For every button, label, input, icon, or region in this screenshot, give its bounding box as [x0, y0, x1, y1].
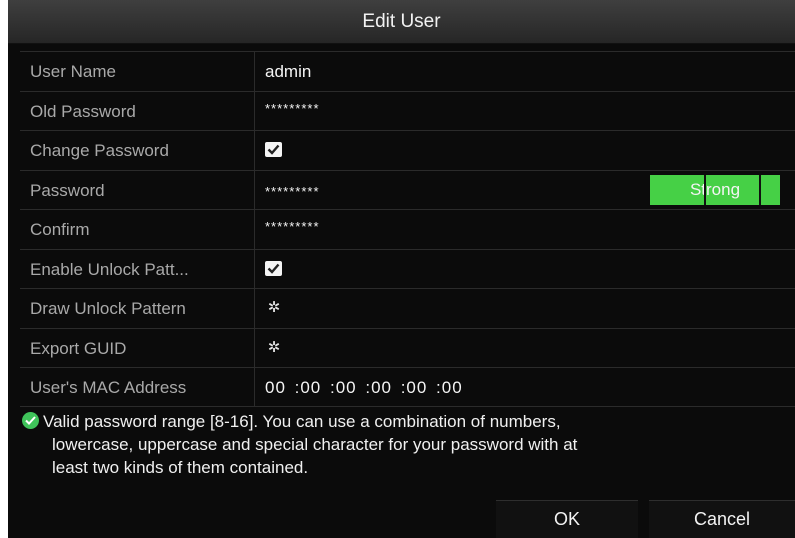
row-change-password: Change Password — [20, 130, 795, 170]
row-confirm: Confirm ********* — [20, 209, 795, 249]
row-enable-unlock-pattern: Enable Unlock Patt... — [20, 248, 795, 289]
mac-address-field[interactable]: 00 :00 :00 :00 :00 :00 — [255, 368, 795, 406]
old-password-field[interactable]: ********* — [255, 92, 795, 131]
enable-unlock-pattern-checkbox[interactable] — [265, 260, 282, 276]
ok-button[interactable]: OK — [496, 500, 638, 538]
confirm-password-field[interactable]: ********* — [255, 210, 795, 249]
old-password-label: Old Password — [20, 91, 255, 130]
draw-unlock-pattern-cell: ✲ — [255, 289, 795, 328]
change-password-checkbox[interactable] — [265, 142, 282, 157]
cancel-button[interactable]: Cancel — [649, 500, 795, 538]
mac-address-label: User's MAC Address — [20, 368, 255, 406]
row-user-name: User Name admin — [20, 51, 795, 91]
password-strength-indicator: Strong — [650, 174, 780, 205]
row-password: Password ********* Strong — [20, 169, 795, 210]
enable-unlock-pattern-label: Enable Unlock Patt... — [20, 249, 255, 288]
checkmark-icon — [267, 263, 280, 274]
hint-line-2: lowercase, uppercase and special charact… — [52, 435, 578, 454]
confirm-label: Confirm — [20, 210, 255, 249]
edit-user-dialog: Edit User User Name admin Old Password *… — [8, 0, 795, 538]
checkmark-icon — [267, 144, 280, 155]
hint-line-3: least two kinds of them contained. — [52, 458, 309, 477]
check-circle-icon — [22, 412, 39, 429]
password-cell: ********* Strong — [255, 171, 795, 210]
user-name-field[interactable]: admin — [255, 52, 795, 91]
gear-icon[interactable]: ✲ — [265, 299, 283, 317]
user-form: User Name admin Old Password ********* C… — [20, 51, 795, 407]
password-field[interactable]: ********* — [265, 184, 320, 199]
dialog-title: Edit User — [8, 0, 795, 44]
row-draw-unlock-pattern: Draw Unlock Pattern ✲ — [20, 288, 795, 328]
hint-line-1: Valid password range [8-16]. You can use… — [43, 412, 561, 431]
row-export-guid: Export GUID ✲ — [20, 327, 795, 368]
draw-unlock-pattern-label: Draw Unlock Pattern — [20, 289, 255, 328]
change-password-label: Change Password — [20, 131, 255, 170]
change-password-cell — [255, 131, 795, 170]
row-mac-address: User's MAC Address 00 :00 :00 :00 :00 :0… — [20, 367, 795, 407]
user-name-label: User Name — [20, 52, 255, 91]
enable-unlock-pattern-cell — [255, 250, 795, 289]
row-old-password: Old Password ********* — [20, 90, 795, 131]
export-guid-cell: ✲ — [255, 329, 795, 368]
export-guid-label: Export GUID — [20, 328, 255, 367]
password-hint: Valid password range [8-16]. You can use… — [22, 410, 782, 479]
password-label: Password — [20, 170, 255, 209]
gear-icon[interactable]: ✲ — [265, 339, 283, 357]
